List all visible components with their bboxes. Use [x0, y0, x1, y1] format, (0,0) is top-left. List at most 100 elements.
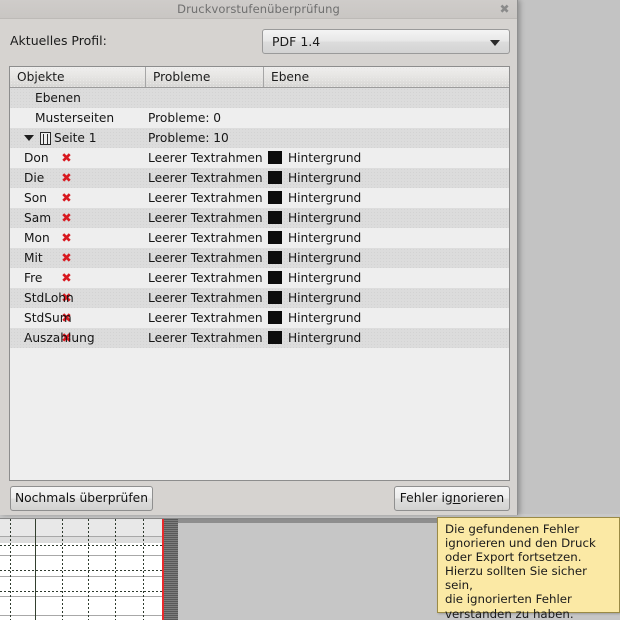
profile-select-value: PDF 1.4	[272, 34, 321, 49]
column-header-ebene[interactable]: Ebene	[264, 67, 509, 87]
cell-ebene: Hintergrund	[268, 168, 508, 188]
cell-probleme: Leerer Textrahmen	[148, 231, 263, 245]
document-page-canvas[interactable]	[0, 519, 163, 620]
cell-probleme: Leerer Textrahmen	[148, 151, 263, 165]
document-guide-horizontal	[0, 591, 163, 592]
cell-probleme: Leerer Textrahmen	[148, 331, 263, 345]
table-row[interactable]: ✖ Mon Leerer Textrahmen Hintergrund	[10, 228, 509, 248]
document-guide-vertical	[10, 519, 11, 620]
cell-objekte: Die	[24, 171, 45, 185]
table-row[interactable]: ✖ Son Leerer Textrahmen Hintergrund	[10, 188, 509, 208]
layer-name: Hintergrund	[288, 311, 362, 325]
dialog-title: Druckvorstufenüberprüfung	[177, 2, 340, 16]
current-profile-row: Aktuelles Profil: PDF 1.4	[0, 28, 518, 56]
tree-body: Ebenen Musterseiten Probleme: 0 Seite 1 Prob…	[10, 88, 509, 348]
document-guide-vertical	[88, 519, 89, 620]
document-table-rule	[0, 536, 163, 537]
cell-objekte: StdLohn	[24, 291, 74, 305]
layer-color-swatch	[268, 311, 282, 324]
table-row[interactable]: ✖ Sam Leerer Textrahmen Hintergrund	[10, 208, 509, 228]
layer-color-swatch	[268, 291, 282, 304]
cell-probleme: Probleme: 10	[148, 131, 229, 145]
layer-name: Hintergrund	[288, 211, 362, 225]
table-row[interactable]: Musterseiten Probleme: 0	[10, 108, 509, 128]
layer-name: Hintergrund	[288, 171, 362, 185]
cell-probleme: Leerer Textrahmen	[148, 311, 263, 325]
document-guide-horizontal	[0, 545, 163, 546]
table-row[interactable]: ✖ StdSum Leerer Textrahmen Hintergrund	[10, 308, 509, 328]
cell-ebene: Hintergrund	[268, 268, 508, 288]
cell-objekte: Sam	[24, 211, 52, 225]
document-table-rule	[0, 596, 163, 597]
profile-select[interactable]: PDF 1.4	[262, 29, 510, 54]
ignore-label-pre: Fehler ig	[399, 491, 453, 505]
cell-ebene	[268, 88, 508, 108]
layer-name: Hintergrund	[288, 291, 362, 305]
layer-name: Hintergrund	[288, 191, 362, 205]
cell-ebene	[268, 108, 508, 128]
document-table-rule	[0, 555, 163, 556]
layer-color-swatch	[268, 271, 282, 284]
cell-objekte: Seite 1	[54, 131, 97, 145]
table-row[interactable]: ✖ Die Leerer Textrahmen Hintergrund	[10, 168, 509, 188]
document-table-rule	[0, 615, 163, 616]
cell-objekte: Fre	[24, 271, 43, 285]
table-row[interactable]: ✖ Fre Leerer Textrahmen Hintergrund	[10, 268, 509, 288]
document-header-band	[0, 519, 163, 537]
close-icon[interactable]: ✖	[498, 3, 511, 16]
chevron-down-icon[interactable]	[490, 40, 500, 46]
cell-probleme: Leerer Textrahmen	[148, 271, 263, 285]
cell-ebene: Hintergrund	[268, 328, 508, 348]
ignore-label-mnemonic: n	[452, 491, 461, 505]
document-guide-horizontal	[0, 570, 163, 571]
layer-name: Hintergrund	[288, 331, 362, 345]
preflight-verifier-dialog: Druckvorstufenüberprüfung ✖ Aktuelles Pr…	[0, 0, 518, 515]
preflight-results-tree[interactable]: Objekte Probleme Ebene Ebenen Musterseite…	[9, 66, 510, 481]
table-row[interactable]: ✖ Auszahlung Leerer Textrahmen Hintergrund	[10, 328, 509, 348]
table-row[interactable]: ✖ Mit Leerer Textrahmen Hintergrund	[10, 248, 509, 268]
layer-name: Hintergrund	[288, 151, 362, 165]
cell-objekte: Mon	[24, 231, 50, 245]
cell-objekte: Ebenen	[35, 91, 81, 105]
document-table-column-rule	[35, 519, 36, 620]
layer-name: Hintergrund	[288, 231, 362, 245]
layer-color-swatch	[268, 211, 282, 224]
document-guide-vertical	[115, 519, 116, 620]
column-header-objekte[interactable]: Objekte	[10, 67, 146, 87]
cell-probleme: Leerer Textrahmen	[148, 171, 263, 185]
ignore-errors-button[interactable]: Fehler ignorieren	[394, 486, 510, 511]
cell-objekte: StdSum	[24, 311, 72, 325]
page-edge-shadow	[164, 519, 178, 620]
tree-header-row: Objekte Probleme Ebene	[10, 67, 509, 88]
column-header-probleme[interactable]: Probleme	[146, 67, 264, 87]
cell-ebene: Hintergrund	[268, 308, 508, 328]
cell-objekte: Don	[24, 151, 49, 165]
cell-probleme: Leerer Textrahmen	[148, 251, 263, 265]
layer-color-swatch	[268, 331, 282, 344]
layer-color-swatch	[268, 151, 282, 164]
table-row[interactable]: ✖ StdLohn Leerer Textrahmen Hintergrund	[10, 288, 509, 308]
document-guide-vertical	[143, 519, 144, 620]
cell-objekte: Son	[24, 191, 47, 205]
cell-objekte: Musterseiten	[35, 111, 115, 125]
cell-ebene: Hintergrund	[268, 208, 508, 228]
layer-color-swatch	[268, 231, 282, 244]
cell-ebene: Hintergrund	[268, 188, 508, 208]
cell-probleme: Leerer Textrahmen	[148, 191, 263, 205]
table-row[interactable]: Seite 1 Probleme: 10	[10, 128, 509, 148]
cell-objekte: Mit	[24, 251, 43, 265]
cell-ebene: Hintergrund	[268, 228, 508, 248]
cell-probleme	[148, 88, 266, 108]
layer-name: Hintergrund	[288, 251, 362, 265]
cell-ebene	[268, 128, 508, 148]
layer-color-swatch	[268, 171, 282, 184]
table-row[interactable]: ✖ Don Leerer Textrahmen Hintergrund	[10, 148, 509, 168]
document-header-band-2	[0, 537, 163, 543]
ignore-errors-tooltip: Die gefundenen Fehler ignorieren und den…	[437, 517, 620, 620]
layer-color-swatch	[268, 251, 282, 264]
recheck-button[interactable]: Nochmals überprüfen	[10, 486, 153, 511]
table-row[interactable]: Ebenen	[10, 88, 509, 108]
cell-ebene: Hintergrund	[268, 248, 508, 268]
cell-probleme: Probleme: 0	[148, 111, 222, 125]
dialog-titlebar[interactable]: Druckvorstufenüberprüfung ✖	[0, 0, 517, 19]
